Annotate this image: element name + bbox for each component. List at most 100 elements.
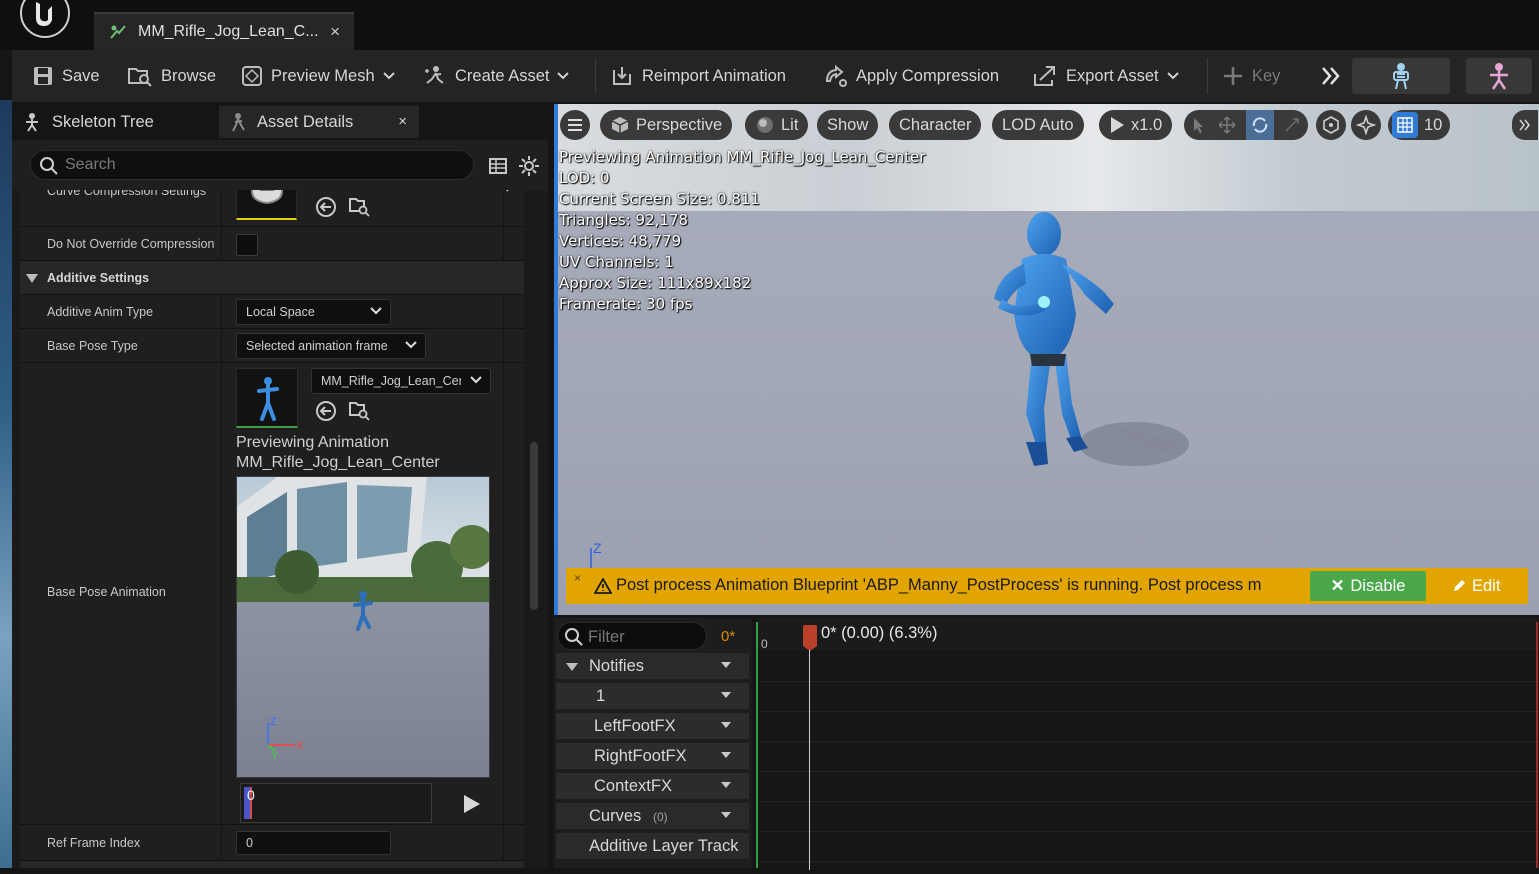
dismiss-warning-button[interactable]: × [574,571,581,585]
base-pose-type-dropdown[interactable]: Selected animation frame [236,333,426,359]
plus-icon [1224,67,1242,85]
track-menu-icon[interactable] [721,752,731,758]
stat-previewing: Previewing Animation MM_Rifle_Jog_Lean_C… [559,148,926,166]
grid-snap-toggle[interactable] [1392,112,1418,138]
export-asset-button[interactable]: Export Asset [1032,62,1179,90]
details-scrollbar[interactable] [530,442,538,610]
table-view-icon[interactable] [488,156,508,176]
hamburger-menu-icon [568,119,582,131]
post-process-warning-bar: × Post process Animation Blueprint 'ABP_… [566,568,1528,604]
track-notify-1[interactable]: 1 [556,683,749,709]
rotate-icon [1252,117,1268,133]
timeline-track-area[interactable]: 0 0* (0.00) (6.3%) [756,618,1539,870]
close-tab-button[interactable]: × [330,22,340,42]
track-left-foot-fx[interactable]: LeftFootFX [556,713,749,739]
playhead-handle[interactable] [802,624,818,652]
track-menu-icon[interactable] [721,782,731,788]
show-button[interactable]: Show [817,110,879,140]
tab-skeleton-tree[interactable]: Skeleton Tree [12,106,212,138]
track-notifies[interactable]: Notifies [556,653,749,679]
track-filter-box[interactable] [557,622,707,650]
create-asset-button[interactable]: Create Asset [423,62,570,90]
browse-to-asset-icon[interactable] [348,399,370,421]
compression-asset-thumbnail[interactable] [236,190,297,220]
track-label: 1 [596,687,606,705]
reimport-animation-button[interactable]: Reimport Animation [610,62,786,90]
tab-asset-details[interactable]: Asset Details × [219,106,419,138]
lod-button[interactable]: LOD Auto [992,110,1084,140]
disable-post-process-button[interactable]: ✕ Disable [1310,571,1426,601]
column-divider [503,329,504,362]
property-row-ref-frame-index: Ref Frame Index 0 [20,825,524,861]
track-curves[interactable]: Curves (0) [556,803,749,829]
column-divider [503,190,504,226]
search-input[interactable] [65,155,445,175]
additive-anim-type-dropdown[interactable]: Local Space [236,299,391,325]
preview-viewport[interactable]: Perspective Lit Show Character LOD Auto … [554,104,1539,615]
svg-text:X: X [296,740,304,752]
column-divider [503,363,504,824]
surface-snapping-toggle[interactable] [1351,110,1381,140]
skeleton-mode-button[interactable] [1352,58,1450,94]
preview-mesh-button[interactable]: Preview Mesh [241,62,395,90]
collapse-arrow-icon [26,274,38,283]
apply-compression-button[interactable]: Apply Compression [824,62,999,90]
track-menu-icon[interactable] [721,662,731,668]
save-button[interactable]: Save [32,62,100,90]
play-rate-button[interactable]: x1.0 [1099,110,1173,140]
playhead[interactable] [802,624,818,874]
gear-icon[interactable] [518,155,540,177]
browse-button[interactable]: Browse [127,62,216,90]
close-asset-details-button[interactable]: × [398,113,407,130]
track-filter-input[interactable] [588,627,698,647]
character-button[interactable]: Character [889,110,982,140]
viewport-toolbar-overflow[interactable] [1512,110,1538,140]
track-menu-icon[interactable] [721,812,731,818]
x-icon: ✕ [1330,577,1345,595]
play-icon[interactable] [460,793,482,815]
track-context-fx[interactable]: ContextFX [556,773,749,799]
perspective-button[interactable]: Perspective [600,110,733,140]
reset-to-default-icon[interactable] [501,190,517,193]
animation-mode-button[interactable] [1466,58,1532,94]
details-search-box[interactable] [30,150,474,180]
track-right-foot-fx[interactable]: RightFootFX [556,743,749,769]
base-pose-preview-viewport[interactable]: Z X Y [236,476,490,778]
asset-tab-title: MM_Rifle_Jog_Lean_C... [138,23,319,40]
base-pose-asset-thumbnail[interactable] [236,368,298,428]
use-selected-asset-icon[interactable] [315,400,337,422]
timeline-end-marker [1536,622,1538,868]
viewport-options-button[interactable] [560,110,590,140]
preview-scrub-bar[interactable]: 0 [240,783,432,823]
cube-icon [611,117,629,133]
asset-editor-tab[interactable]: MM_Rifle_Jog_Lean_C... × [94,12,354,50]
scale-icon[interactable] [1284,117,1300,133]
lit-mode-button[interactable]: Lit [745,110,809,140]
base-pose-animation-picker[interactable]: MM_Rifle_Jog_Lean_Center [311,368,491,394]
preview-caption-asset: MM_Rifle_Jog_Lean_Center [236,454,440,471]
track-list: 0* Notifies 1 LeftFootFX RightFootFX Con… [554,618,752,868]
world-local-toggle[interactable] [1316,110,1346,140]
category-header-additive-settings[interactable]: Additive Settings [20,261,524,295]
rotate-tool-active[interactable] [1246,110,1274,140]
browse-to-asset-icon[interactable] [348,195,370,217]
do-not-override-checkbox[interactable] [236,234,258,256]
select-cursor-icon[interactable] [1190,116,1208,134]
category-title: Additive Settings [47,271,150,285]
track-row-line [758,831,1539,832]
edit-post-process-button[interactable]: Edit [1452,571,1522,601]
track-additive-layer[interactable]: Additive Layer Track [556,833,749,859]
snapping-icon [1356,115,1376,135]
translate-icon[interactable] [1218,116,1236,134]
grid-snap-group[interactable]: 10 [1388,110,1450,140]
ref-frame-index-input[interactable]: 0 [236,831,391,855]
toolbar-overflow-button[interactable] [1320,62,1342,90]
column-divider [503,227,504,260]
use-selected-asset-icon[interactable] [315,196,337,218]
panel-tab-bar: Skeleton Tree Asset Details × [12,102,548,140]
key-button[interactable]: Key [1222,62,1280,90]
track-menu-icon[interactable] [721,692,731,698]
track-menu-icon[interactable] [721,722,731,728]
column-divider [503,295,504,328]
unreal-logo-icon[interactable] [18,0,72,38]
